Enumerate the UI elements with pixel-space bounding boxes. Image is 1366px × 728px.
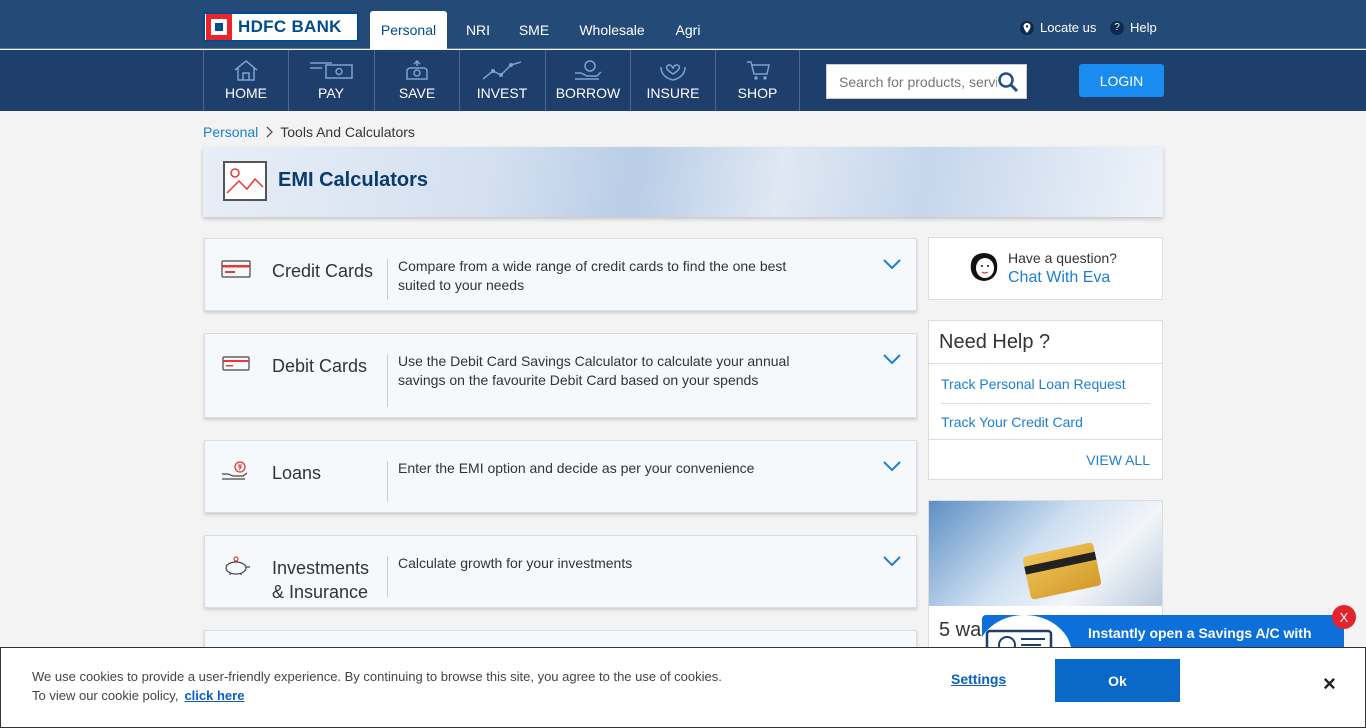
locate-us-label: Locate us xyxy=(1040,20,1097,35)
chevron-down-icon[interactable] xyxy=(882,459,902,473)
invest-icon xyxy=(482,61,522,80)
divider xyxy=(929,363,1162,364)
card-divider xyxy=(387,461,388,502)
piggy-bank-icon xyxy=(225,556,250,575)
segment-tab-personal[interactable]: Personal xyxy=(370,11,447,49)
image-placeholder-icon xyxy=(223,161,267,201)
segment-tab-nri[interactable]: NRI xyxy=(458,11,498,49)
calculator-card-debit-cards[interactable]: Debit Cards Use the Debit Card Savings C… xyxy=(204,333,917,418)
breadcrumb-current: Tools And Calculators xyxy=(280,124,415,140)
view-all-link[interactable]: VIEW ALL xyxy=(1086,452,1150,468)
calculator-title: Loans xyxy=(272,463,322,483)
borrow-icon xyxy=(575,60,602,80)
save-icon xyxy=(406,59,428,80)
popup-close-button[interactable]: X xyxy=(1332,605,1356,629)
search-icon[interactable] xyxy=(997,71,1019,93)
cookie-settings-link[interactable]: Settings xyxy=(951,671,1006,687)
calculator-description: Use the Debit Card Savings Calculator to… xyxy=(398,353,790,388)
segment-tab-wholesale[interactable]: Wholesale xyxy=(570,11,654,49)
chevron-down-icon[interactable] xyxy=(882,352,902,366)
pay-icon xyxy=(310,62,353,79)
login-button[interactable]: LOGIN xyxy=(1079,64,1164,97)
card-divider xyxy=(387,259,388,300)
calculator-title: Investments & Insurance xyxy=(272,558,370,602)
home-icon xyxy=(234,60,258,81)
nav-insure-label: INSURE xyxy=(646,85,700,101)
hdfc-logo-mark-icon xyxy=(206,14,232,40)
credit-card-icon xyxy=(221,260,251,278)
nav-borrow[interactable]: BORROW xyxy=(545,50,630,111)
loan-hand-icon xyxy=(222,461,248,480)
popup-text: Instantly open a Savings A/C with xyxy=(1088,625,1312,641)
nav-insure[interactable]: INSURE xyxy=(630,50,715,111)
help-link[interactable]: ? Help xyxy=(1110,20,1157,35)
calculator-card-loans[interactable]: Loans Enter the EMI option and decide as… xyxy=(204,440,917,513)
cookie-policy-link[interactable]: click here xyxy=(184,688,244,703)
divider xyxy=(941,403,1150,404)
segment-tab-sme[interactable]: SME xyxy=(512,11,556,49)
nav-invest[interactable]: INVEST xyxy=(459,50,544,111)
help-label: Help xyxy=(1130,20,1157,35)
cookie-consent-bar: We use cookies to provide a user-friendl… xyxy=(0,647,1366,728)
card-divider xyxy=(387,354,388,407)
eva-question: Have a question? xyxy=(1008,250,1117,266)
hdfc-logo[interactable]: HDFC BANK xyxy=(203,12,359,42)
calculator-title: Debit Cards xyxy=(272,356,368,376)
nav-shop[interactable]: SHOP xyxy=(715,50,800,111)
nav-pay-label: PAY xyxy=(318,85,344,101)
location-pin-icon xyxy=(1020,20,1034,35)
breadcrumb-personal[interactable]: Personal xyxy=(203,124,258,140)
chevron-down-icon[interactable] xyxy=(882,554,902,568)
calculator-description: Enter the EMI option and decide as per y… xyxy=(398,460,755,476)
segment-tab-agri[interactable]: Agri xyxy=(668,11,708,49)
page-title: EMI Calculators xyxy=(278,169,429,191)
cookie-close-icon[interactable]: × xyxy=(1323,671,1336,697)
nav-pay[interactable]: PAY xyxy=(288,50,373,111)
logo-text: HDFC BANK xyxy=(238,17,342,36)
eva-avatar-icon xyxy=(970,253,998,281)
chevron-right-icon xyxy=(266,126,274,138)
cookie-ok-button[interactable]: Ok xyxy=(1055,659,1180,702)
calculator-description: Compare from a wide range of credit card… xyxy=(398,258,787,293)
insure-icon xyxy=(660,64,686,81)
card-divider xyxy=(387,556,388,597)
top-bar: HDFC BANK Personal NRI SME Wholesale Agr… xyxy=(0,0,1366,49)
calculator-description: Calculate growth for your investments xyxy=(398,555,633,571)
divider xyxy=(929,439,1162,440)
calculator-title: Credit Cards xyxy=(272,261,374,281)
chat-with-eva-link[interactable]: Chat With Eva xyxy=(1008,269,1110,287)
nav-home[interactable]: HOME xyxy=(203,50,288,111)
track-personal-loan-link[interactable]: Track Personal Loan Request xyxy=(941,376,1126,392)
promo-photo xyxy=(929,501,1162,606)
need-help-title: Need Help ? xyxy=(939,331,1051,353)
locate-us-link[interactable]: Locate us xyxy=(1020,20,1096,35)
search-input[interactable] xyxy=(827,66,997,97)
nav-invest-label: INVEST xyxy=(476,85,528,101)
credit-card-photo-icon xyxy=(1022,541,1102,601)
need-help-panel: Need Help ? Track Personal Loan Request … xyxy=(928,320,1163,480)
nav-home-label: HOME xyxy=(225,85,267,101)
breadcrumb: Personal Tools And Calculators xyxy=(203,124,415,140)
promo-title: 5 wa xyxy=(939,619,982,641)
page-banner: EMI Calculators xyxy=(203,147,1163,217)
chevron-down-icon[interactable] xyxy=(882,257,902,271)
main-nav: HOME PAY SAVE INVEST BORROW INSURE SHOP … xyxy=(0,50,1366,111)
nav-borrow-label: BORROW xyxy=(555,85,621,101)
cart-icon xyxy=(746,61,770,80)
nav-save-label: SAVE xyxy=(398,85,436,101)
cookie-message-text: We use cookies to provide a user-friendl… xyxy=(32,669,722,703)
calculator-card-credit-cards[interactable]: Credit Cards Compare from a wide range o… xyxy=(204,238,917,311)
question-icon: ? xyxy=(1110,20,1124,35)
cookie-message: We use cookies to provide a user-friendl… xyxy=(32,667,732,705)
track-credit-card-link[interactable]: Track Your Credit Card xyxy=(941,414,1083,430)
nav-shop-label: SHOP xyxy=(737,85,778,101)
calculator-card-investments-insurance[interactable]: Investments & Insurance Calculate growth… xyxy=(204,535,917,608)
search-box xyxy=(826,64,1027,99)
chat-with-eva-widget[interactable]: Have a question? Chat With Eva xyxy=(928,237,1163,300)
debit-card-icon xyxy=(222,356,250,371)
nav-save[interactable]: SAVE xyxy=(374,50,459,111)
